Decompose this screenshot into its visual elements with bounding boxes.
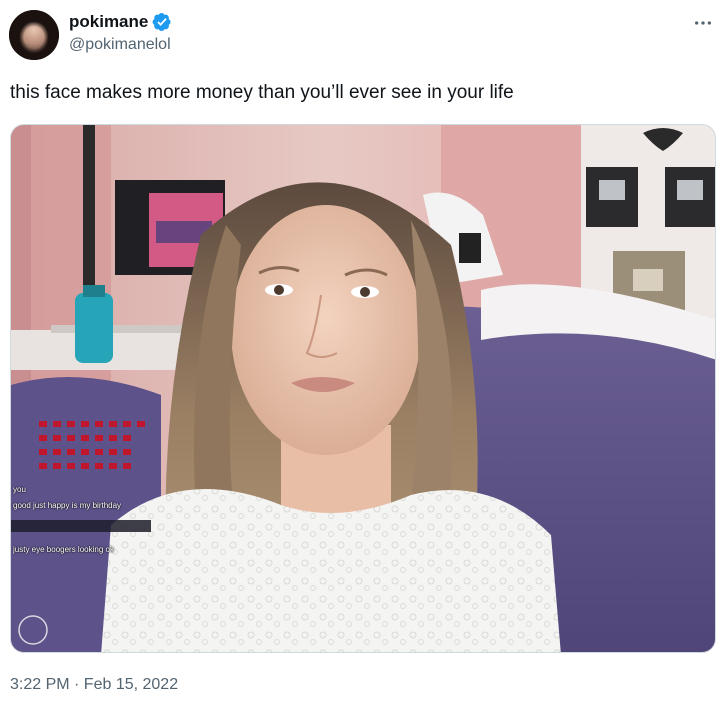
author-block[interactable]: pokimane @pokimanelol [69,11,172,54]
chat-line: you [13,485,26,494]
chat-line: justy eye boogers looking ok [13,545,114,554]
tweet-text: this face makes more money than you’ll e… [10,82,514,103]
media-illustration [11,125,715,652]
display-name[interactable]: pokimane [69,12,148,32]
tweet-media-photo[interactable]: you good just happy is my birthday justy… [10,124,716,653]
timestamp[interactable]: 3:22 PM · Feb 15, 2022 [10,676,178,694]
verified-badge-icon [152,12,172,32]
avatar[interactable] [9,10,59,60]
more-dots-icon[interactable] [692,12,714,34]
handle[interactable]: @pokimanelol [69,36,172,54]
tweet-card: pokimane @pokimanelol this face makes mo… [0,0,726,708]
avatar-photo [9,10,59,60]
name-row: pokimane [69,11,172,33]
chat-line: good just happy is my birthday [13,501,122,510]
